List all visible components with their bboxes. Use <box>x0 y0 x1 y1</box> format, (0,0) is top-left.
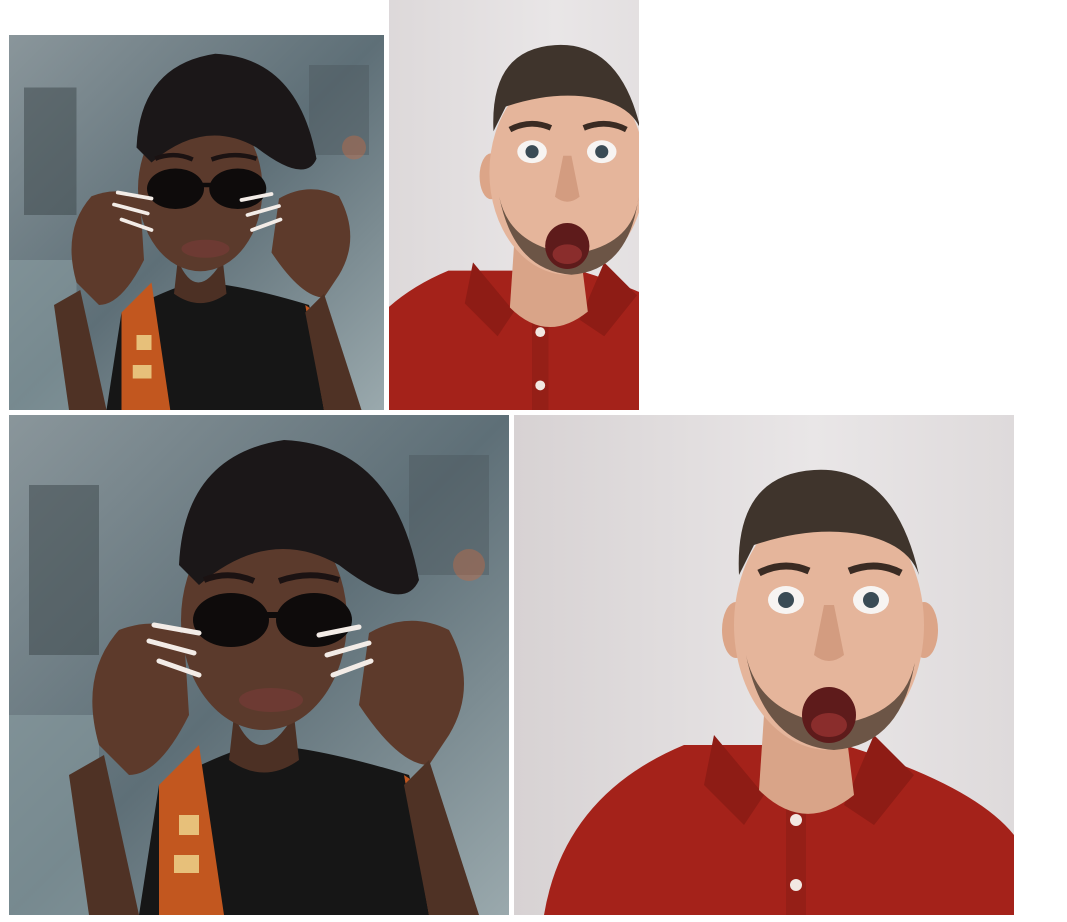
photo-woman-sunglasses-small <box>9 35 384 410</box>
photo-surprised-man-small <box>389 0 639 410</box>
man-portrait-image <box>514 415 1014 915</box>
woman-portrait-image <box>9 415 509 915</box>
photo-woman-sunglasses-large <box>9 415 509 915</box>
woman-portrait-image <box>9 35 384 410</box>
photo-surprised-man-large <box>514 415 1014 915</box>
man-portrait-image <box>389 0 639 410</box>
